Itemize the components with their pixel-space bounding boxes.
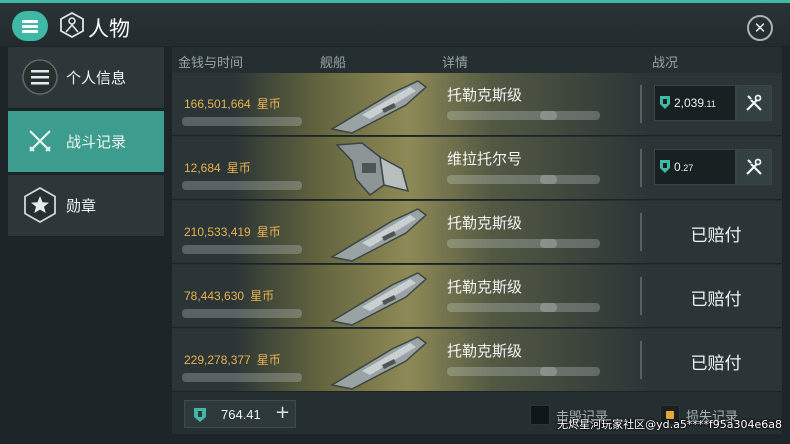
row-background xyxy=(232,73,652,135)
blurred-time xyxy=(182,373,302,382)
add-balance-button[interactable]: + xyxy=(275,402,290,423)
table-row[interactable]: 78,443,630 星币 托勒克斯级 已赔付 xyxy=(172,265,782,328)
table-row[interactable]: 12,684 星币 维拉托尔号 0.27 xyxy=(172,137,782,200)
money-value: 78,443,630 星币 xyxy=(184,289,275,303)
blurred-time xyxy=(182,181,302,190)
blurred-time xyxy=(182,117,302,126)
sidebar-item-label: 战斗记录 xyxy=(66,133,127,151)
star-hexagon-icon xyxy=(24,187,56,223)
kill-record-legend-swatch xyxy=(530,405,550,425)
money-value: 210,533,419 星币 xyxy=(184,225,281,239)
blurred-detail xyxy=(540,175,600,184)
column-header-ship: 舰船 xyxy=(320,56,347,71)
blurred-time xyxy=(182,309,302,318)
ship-icon xyxy=(329,336,428,390)
blurred-detail xyxy=(540,367,600,376)
close-button[interactable]: ✕ xyxy=(747,15,773,41)
blurred-detail xyxy=(540,111,600,120)
sidebar-item-battle-record[interactable]: 战斗记录 xyxy=(8,111,164,173)
sidebar-item-label: 个人信息 xyxy=(66,69,127,87)
ship-icon xyxy=(335,142,410,197)
table-header: 金钱与时间 舰船 详情 战况 xyxy=(172,47,782,73)
status-paid: 已赔付 xyxy=(690,290,742,310)
ship-name: 托勒克斯级 xyxy=(447,278,523,296)
shield-icon xyxy=(660,160,670,173)
table-row[interactable]: 229,278,377 星币 托勒克斯级 已赔付 xyxy=(172,329,782,392)
claim-value: 2,039.11 xyxy=(674,96,716,110)
list-icon xyxy=(22,59,58,95)
sidebar-item-medals[interactable]: 勋章 xyxy=(8,175,164,237)
blurred-detail xyxy=(540,303,600,312)
column-header-details: 详情 xyxy=(442,56,469,71)
ship-name: 托勒克斯级 xyxy=(447,214,523,232)
row-background xyxy=(232,201,652,263)
insurance-claim-box: 2,039.11 xyxy=(654,85,736,121)
status-paid: 已赔付 xyxy=(690,354,742,374)
divider xyxy=(640,85,642,123)
sidebar-item-profile[interactable]: 个人信息 xyxy=(8,47,164,109)
ship-name: 维拉托尔号 xyxy=(447,150,523,168)
row-background xyxy=(232,265,652,327)
menu-button[interactable] xyxy=(12,11,48,41)
table-row[interactable]: 210,533,419 星币 托勒克斯级 已赔付 xyxy=(172,201,782,264)
repair-tools-icon xyxy=(746,158,762,175)
close-icon: ✕ xyxy=(753,19,767,37)
row-background xyxy=(232,137,652,199)
ship-icon xyxy=(329,272,428,326)
sidebar: 个人信息 战斗记录 勋章 xyxy=(8,47,164,239)
money-value: 166,501,664 星币 xyxy=(184,97,281,111)
balance-box: 764.41 + xyxy=(184,400,296,428)
blurred-time xyxy=(182,245,302,254)
ship-name: 托勒克斯级 xyxy=(447,86,523,104)
page-title: 人物 xyxy=(88,17,130,41)
watermark: 无烬星河玩家社区@yd.a5****f95a304e6a8 xyxy=(557,418,782,431)
ship-icon xyxy=(329,208,428,262)
money-value: 12,684 星币 xyxy=(184,161,251,175)
divider xyxy=(640,149,642,187)
repair-tools-icon xyxy=(746,94,762,111)
balance-value: 764.41 xyxy=(221,407,261,422)
crossed-swords-icon xyxy=(29,130,51,152)
menu-icon xyxy=(22,20,38,33)
shield-icon xyxy=(194,408,206,422)
character-emblem-icon xyxy=(60,12,84,38)
ship-icon xyxy=(329,80,428,134)
status-paid: 已赔付 xyxy=(690,226,742,246)
repair-button[interactable] xyxy=(736,85,772,121)
column-header-status: 战况 xyxy=(652,56,679,71)
blurred-detail xyxy=(540,239,600,248)
row-background xyxy=(232,329,652,391)
insurance-claim-box: 0.27 xyxy=(654,149,736,185)
ship-name: 托勒克斯级 xyxy=(447,342,523,360)
claim-value: 0.27 xyxy=(674,160,694,174)
sidebar-item-label: 勋章 xyxy=(66,197,97,215)
table-row[interactable]: 166,501,664 星币 托勒克斯级 2,039.11 xyxy=(172,73,782,136)
battle-record-table: 金钱与时间 舰船 详情 战况 166,501,664 星币 托勒克斯级 2,039… xyxy=(172,47,782,434)
repair-button[interactable] xyxy=(736,149,772,185)
top-bar: 人物 ✕ xyxy=(0,0,790,46)
column-header-money-time: 金钱与时间 xyxy=(178,56,244,71)
money-value: 229,278,377 星币 xyxy=(184,353,281,367)
shield-icon xyxy=(660,96,670,109)
